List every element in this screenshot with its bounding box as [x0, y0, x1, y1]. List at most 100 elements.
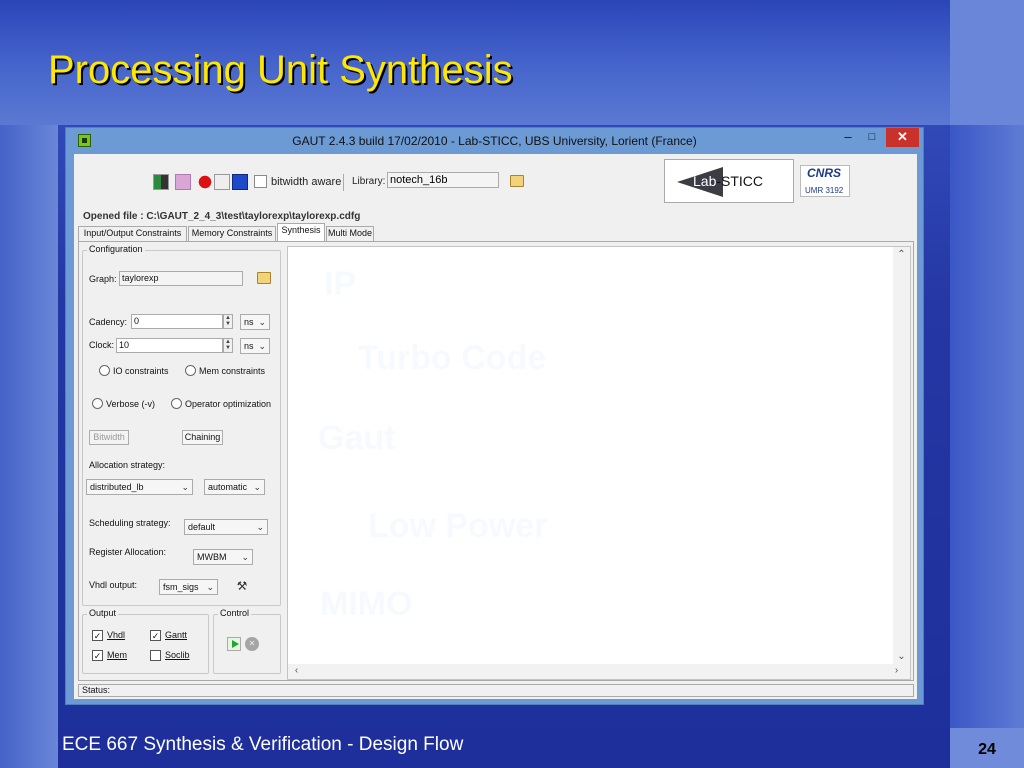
- watermark-ip: IP: [324, 265, 357, 303]
- gantt-checkbox[interactable]: ✓: [150, 630, 161, 641]
- register-allocation-label: Register Allocation:: [89, 547, 167, 557]
- chevron-down-icon: ⌄: [181, 482, 189, 492]
- library-label: Library:: [352, 176, 386, 187]
- chevron-down-icon: ⌄: [253, 482, 261, 492]
- scroll-down-icon[interactable]: ⌄: [893, 651, 910, 662]
- register-allocation-select[interactable]: MWBM ⌄: [193, 549, 253, 565]
- tab-io-constraints[interactable]: Input/Output Constraints: [78, 226, 187, 241]
- cadency-input[interactable]: 0: [131, 314, 223, 329]
- client-area: bitwidth aware Library: notech_16b Lab-S…: [74, 154, 917, 699]
- cursor-help-icon[interactable]: [214, 174, 230, 190]
- io-constraints-label: IO constraints: [113, 366, 169, 376]
- watermark-mimo: MIMO: [320, 585, 413, 623]
- logo-lab-text: Lab: [693, 173, 717, 189]
- chevron-down-icon: ⌄: [206, 582, 214, 592]
- bitwidth-aware-label: bitwidth aware: [271, 176, 342, 188]
- output-group: Output ✓ Vhdl ✓ Gantt ✓ Mem Soclib: [82, 608, 209, 674]
- scroll-left-icon[interactable]: ‹: [288, 665, 305, 676]
- scheduling-strategy-label: Scheduling strategy:: [89, 518, 171, 528]
- chevron-down-icon: ⌄: [258, 317, 266, 327]
- cadency-spinner[interactable]: ▲ ▼: [223, 314, 233, 329]
- stop-icon[interactable]: ✕: [245, 637, 259, 651]
- clock-spinner[interactable]: ▲ ▼: [223, 338, 233, 353]
- io-constraints-radio[interactable]: [99, 365, 110, 376]
- watermark-turbo-code: Turbo Code: [358, 339, 547, 377]
- play-icon[interactable]: [227, 637, 241, 651]
- operator-optimization-radio[interactable]: [171, 398, 182, 409]
- soclib-checkbox[interactable]: [150, 650, 161, 661]
- tab-memory-constraints[interactable]: Memory Constraints: [188, 226, 276, 241]
- chevron-down-icon: ⌄: [256, 522, 264, 532]
- configuration-label: Configuration: [87, 244, 145, 254]
- horizontal-scrollbar[interactable]: ‹ ›: [288, 664, 910, 679]
- chevron-down-icon: ⌄: [258, 341, 266, 351]
- vhdl-checkbox-label: Vhdl: [107, 630, 126, 640]
- output-label: Output: [87, 608, 119, 618]
- left-band: [0, 125, 58, 768]
- stop-sign-icon[interactable]: [197, 174, 213, 190]
- allocation-mode-select[interactable]: automatic ⌄: [204, 479, 265, 495]
- watermark-low-power: Low Power: [368, 507, 548, 545]
- verbose-radio[interactable]: [92, 398, 103, 409]
- clock-unit-select[interactable]: ns ⌄: [240, 338, 270, 354]
- cadency-unit-select[interactable]: ns ⌄: [240, 314, 270, 330]
- graph-folder-icon[interactable]: [257, 272, 271, 284]
- clock-input[interactable]: 10: [116, 338, 223, 353]
- graph-label: Graph:: [89, 274, 117, 284]
- operator-optimization-label: Operator optimization: [185, 399, 272, 409]
- umr-text: UMR 3192: [805, 186, 844, 195]
- page-number: 24: [978, 741, 996, 758]
- allocation-strategy-label: Allocation strategy:: [89, 460, 166, 470]
- bitwidth-button[interactable]: Bitwidth: [89, 430, 129, 445]
- library-folder-icon[interactable]: [510, 175, 524, 187]
- exit-icon[interactable]: [153, 174, 169, 190]
- lab-sticc-logo: Lab-STICC: [664, 159, 794, 203]
- opened-file-label: Opened file : C:\GAUT_2_4_3\test\taylore…: [83, 211, 361, 222]
- graph-view-icon[interactable]: [175, 174, 191, 190]
- control-group: Control ✕: [213, 608, 281, 674]
- vhdl-output-select[interactable]: fsm_sigs ⌄: [159, 579, 218, 595]
- cnrs-text: CNRS: [807, 166, 842, 180]
- tab-synthesis[interactable]: Synthesis: [277, 223, 325, 242]
- close-button[interactable]: ✕: [886, 128, 919, 147]
- scroll-up-icon[interactable]: ⌃: [893, 249, 910, 260]
- mem-checkbox-label: Mem: [107, 650, 127, 660]
- chaining-button[interactable]: Chaining: [182, 430, 223, 445]
- allocation-strategy-select[interactable]: distributed_lb ⌄: [86, 479, 193, 495]
- vertical-scrollbar[interactable]: ⌃ ⌄: [893, 247, 910, 665]
- mem-checkbox[interactable]: ✓: [92, 650, 103, 661]
- title-bar[interactable]: GAUT 2.4.3 build 17/02/2010 - Lab-STICC,…: [66, 128, 923, 154]
- cadency-label: Cadency:: [89, 317, 128, 327]
- gaut-window: GAUT 2.4.3 build 17/02/2010 - Lab-STICC,…: [65, 127, 924, 705]
- scheduling-strategy-select[interactable]: default ⌄: [184, 519, 268, 535]
- soclib-checkbox-label: Soclib: [165, 650, 190, 660]
- minimize-button[interactable]: –: [838, 128, 858, 147]
- library-input[interactable]: notech_16b: [387, 172, 499, 188]
- maximize-button[interactable]: □: [862, 128, 882, 147]
- vhdl-output-label: Vhdl output:: [89, 580, 138, 590]
- graph-input[interactable]: taylorexp: [119, 271, 243, 286]
- bitwidth-aware-checkbox[interactable]: [254, 175, 267, 188]
- scroll-right-icon[interactable]: ›: [888, 665, 905, 676]
- mem-constraints-label: Mem constraints: [199, 366, 266, 376]
- control-label: Control: [218, 608, 252, 618]
- vhdl-checkbox[interactable]: ✓: [92, 630, 103, 641]
- slide-footer: ECE 667 Synthesis & Verification - Desig…: [62, 734, 464, 755]
- chevron-down-icon: ⌄: [241, 552, 249, 562]
- watermark-gaut: Gaut: [318, 419, 396, 457]
- logo-sticc-text: STICC: [721, 173, 764, 189]
- tools-icon[interactable]: ⚒: [235, 579, 249, 593]
- clock-label: Clock:: [89, 340, 115, 350]
- synthesis-canvas[interactable]: IP Turbo Code Gaut Low Power MIMO ⌃ ⌄ ‹ …: [287, 246, 911, 680]
- save-icon[interactable]: [232, 174, 248, 190]
- mem-constraints-radio[interactable]: [185, 365, 196, 376]
- status-bar: Status:: [78, 684, 914, 697]
- synthesis-panel: Configuration Graph: taylorexp Cadency: …: [78, 241, 914, 681]
- cnrs-logo: CNRS UMR 3192: [800, 165, 850, 197]
- verbose-label: Verbose (-v): [106, 399, 156, 409]
- configuration-group: Configuration Graph: taylorexp Cadency: …: [82, 244, 281, 606]
- gantt-checkbox-label: Gantt: [165, 630, 188, 640]
- toolbar-separator: [343, 174, 344, 191]
- tab-multi-mode[interactable]: Multi Mode: [326, 226, 374, 241]
- right-band-top: [950, 0, 1024, 125]
